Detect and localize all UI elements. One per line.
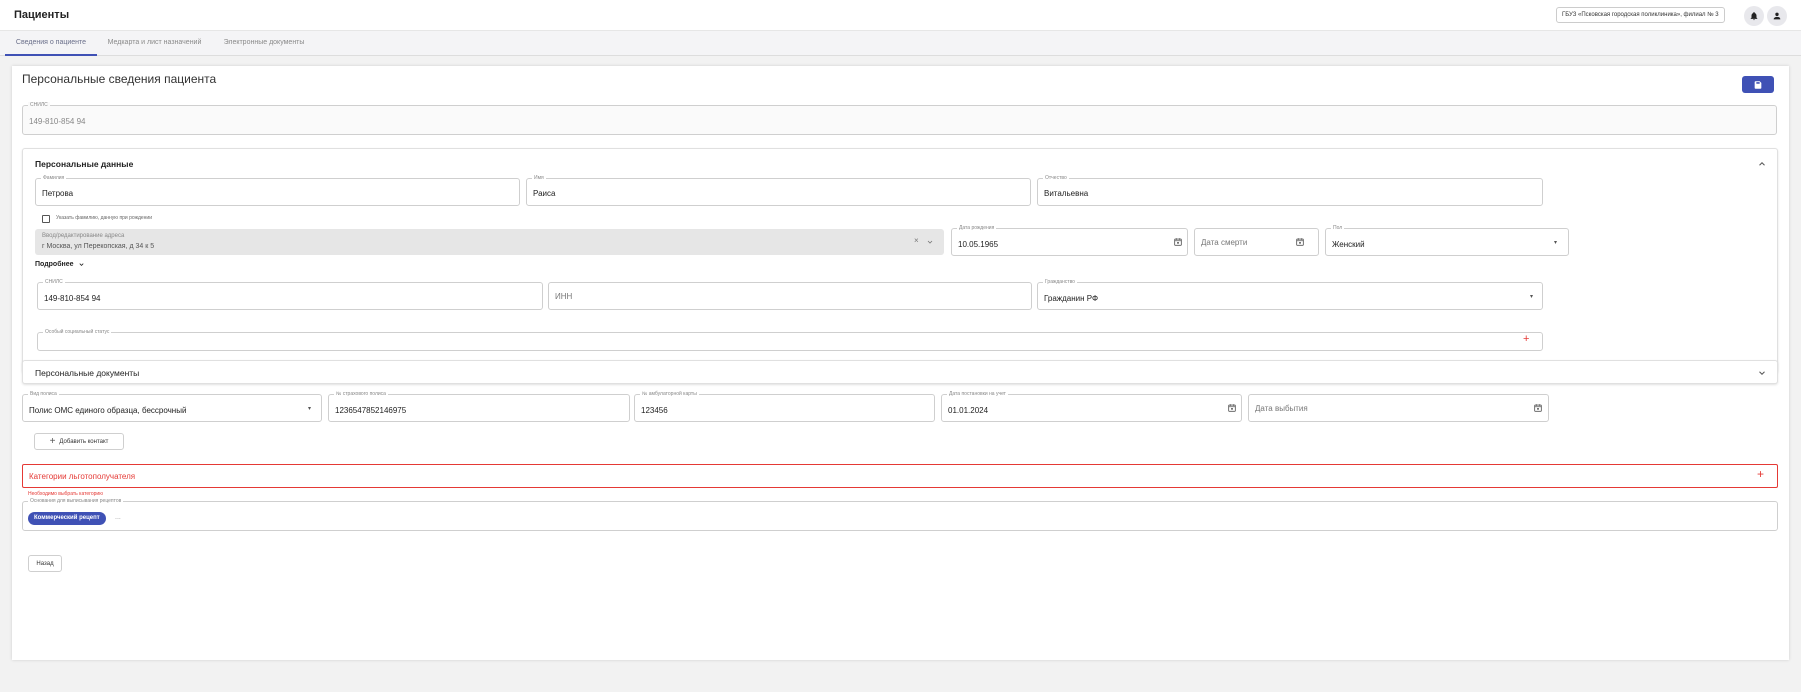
registration-date-value: 01.01.2024: [948, 406, 989, 415]
surname-field[interactable]: Фамилия Петрова: [35, 175, 520, 206]
gender-select[interactable]: Пол Женский ▾: [1325, 225, 1569, 256]
commercial-prescription-chip[interactable]: Коммерческий рецепт: [28, 512, 106, 525]
snils-field-value: 149-810-854 94: [44, 294, 101, 303]
registration-date-label: Дата постановки на учет: [947, 391, 1008, 397]
birth-date-value: 10.05.1965: [958, 240, 999, 249]
gender-value: Женский: [1332, 240, 1365, 249]
citizenship-select[interactable]: Гражданство Гражданин РФ ▾: [1037, 279, 1543, 310]
save-icon: [1754, 80, 1762, 89]
add-icon[interactable]: +: [1757, 467, 1764, 481]
top-bar: Пациенты ГБУЗ «Псковская городская полик…: [0, 0, 1801, 31]
social-status-field[interactable]: Особый социальный статус +: [37, 329, 1543, 351]
leave-date-placeholder: Дата выбытия: [1255, 404, 1308, 413]
profile-button[interactable]: [1767, 6, 1787, 26]
chevron-down-icon[interactable]: [926, 238, 934, 246]
dropdown-arrow-icon: ▾: [308, 406, 312, 412]
clear-icon[interactable]: ×: [914, 236, 919, 245]
snils-label: СНИЛС: [28, 102, 50, 108]
name-value: Раиса: [533, 189, 556, 198]
benefit-categories-section[interactable]: Категории льготополучателя +: [22, 464, 1778, 488]
birth-date-label: Дата рождения: [957, 225, 997, 231]
birth-surname-checkbox[interactable]: [42, 215, 50, 223]
address-value: г Москва, ул Перекопская, д 34 к 5: [42, 243, 155, 250]
tab-bar: Сведения о пациенте Медкарта и лист назн…: [0, 31, 1801, 56]
user-icon: [1773, 12, 1781, 20]
policy-number-value: 1236547852146975: [335, 406, 407, 415]
personal-data-title: Персональные данные: [35, 159, 134, 169]
policy-type-label: Вид полиса: [28, 391, 59, 397]
citizenship-value: Гражданин РФ: [1044, 294, 1099, 303]
card-number-label: № амбулаторной карты: [640, 391, 699, 397]
snils-value: 149-810-854 94: [29, 117, 86, 126]
organization-selector[interactable]: ГБУЗ «Псковская городская поликлиника», …: [1556, 7, 1725, 23]
personal-data-section: Персональные данные Фамилия Петрова Имя …: [22, 148, 1778, 373]
inn-field[interactable]: ИНН: [548, 282, 1032, 310]
calendar-icon[interactable]: [1173, 237, 1183, 247]
add-icon[interactable]: +: [1523, 333, 1529, 345]
bell-icon: [1750, 12, 1758, 21]
policy-type-value: Полис ОМС единого образца, бессрочный: [29, 406, 187, 415]
calendar-icon[interactable]: [1295, 237, 1305, 247]
benefit-categories-title: Категории льготополучателя: [29, 472, 136, 481]
address-field[interactable]: Ввод/редактирование адреса г Москва, ул …: [35, 229, 944, 255]
chevron-up-icon[interactable]: [1757, 159, 1767, 169]
calendar-icon[interactable]: [1227, 403, 1237, 413]
inn-placeholder: ИНН: [555, 292, 573, 301]
chevron-down-icon: [79, 263, 84, 266]
card-number-value: 123456: [641, 406, 668, 415]
death-date-field[interactable]: Дата смерти: [1194, 228, 1319, 256]
add-contact-button[interactable]: + Добавить контакт: [34, 433, 124, 450]
patient-card: Персональные сведения пациента СНИЛС 149…: [12, 66, 1789, 660]
gender-label: Пол: [1331, 225, 1345, 231]
citizenship-label: Гражданство: [1043, 279, 1077, 285]
notifications-button[interactable]: [1744, 6, 1764, 26]
calendar-icon[interactable]: [1533, 403, 1543, 413]
name-label: Имя: [532, 175, 546, 181]
tab-patient-info[interactable]: Сведения о пациенте: [5, 31, 97, 56]
page-header-title: Пациенты: [14, 9, 70, 21]
policy-number-label: № страхового полиса: [334, 391, 388, 397]
address-label: Ввод/редактирование адреса: [42, 233, 125, 239]
more-toggle[interactable]: Подробнее: [35, 261, 85, 268]
surname-value: Петрова: [42, 189, 74, 198]
name-field[interactable]: Имя Раиса: [526, 175, 1031, 206]
leave-date-field[interactable]: Дата выбытия: [1248, 394, 1549, 422]
save-button[interactable]: [1742, 76, 1774, 93]
personal-documents-section[interactable]: Персональные документы: [22, 360, 1778, 384]
tab-electronic-docs[interactable]: Электронные документы: [218, 31, 310, 56]
benefit-error-message: Необходимо выбрать категорию: [28, 491, 103, 497]
death-date-placeholder: Дата смерти: [1201, 238, 1248, 247]
surname-label: Фамилия: [41, 175, 67, 181]
snils-readonly-field: СНИЛС 149-810-854 94: [22, 102, 1777, 135]
tab-medical-card[interactable]: Медкарта и лист назначений: [102, 31, 207, 56]
dropdown-arrow-icon: ▾: [1554, 240, 1558, 246]
personal-documents-title: Персональные документы: [35, 368, 140, 378]
page-title: Персональные сведения пациента: [22, 72, 217, 86]
plus-icon: +: [49, 436, 56, 447]
patronymic-label: Отчество: [1043, 175, 1069, 181]
snils-field-label: СНИЛС: [43, 279, 65, 285]
prescription-basis-label: Основания для выписывания рецептов: [28, 498, 124, 504]
dropdown-arrow-icon: ▾: [1530, 294, 1534, 300]
birth-surname-checkbox-label: Указать фамилию, данную при рождении: [56, 215, 153, 221]
snils-field[interactable]: СНИЛС 149-810-854 94: [37, 279, 543, 310]
policy-number-field[interactable]: № страхового полиса 1236547852146975: [328, 391, 630, 422]
registration-date-field[interactable]: Дата постановки на учет 01.01.2024: [941, 391, 1242, 422]
more-label: Подробнее: [35, 261, 74, 268]
chevron-down-icon[interactable]: [1757, 368, 1767, 378]
patronymic-value: Витальевна: [1044, 189, 1089, 198]
patronymic-field[interactable]: Отчество Витальевна: [1037, 175, 1543, 206]
policy-type-select[interactable]: Вид полиса Полис ОМС единого образца, бе…: [22, 391, 322, 422]
back-button[interactable]: Назад: [28, 555, 62, 572]
prescription-basis-field[interactable]: Основания для выписывания рецептов Комме…: [22, 498, 1778, 531]
add-contact-label: Добавить контакт: [59, 438, 109, 445]
card-number-field[interactable]: № амбулаторной карты 123456: [634, 391, 935, 422]
birth-date-field[interactable]: Дата рождения 10.05.1965: [951, 225, 1188, 256]
social-status-label: Особый социальный статус: [43, 329, 112, 335]
more-chips: ...: [115, 514, 121, 521]
